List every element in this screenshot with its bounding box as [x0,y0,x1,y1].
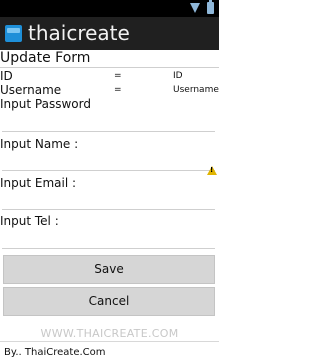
save-button[interactable]: Save [3,255,215,284]
id-separator: = [114,71,122,81]
title-divider [0,67,219,68]
tel-field[interactable] [2,232,215,246]
tel-underline [2,248,215,249]
email-underline [2,209,215,210]
warning-icon [207,166,217,175]
username-value: Username [173,85,219,95]
tel-label: Input Tel : [0,214,59,228]
status-bar [0,0,219,17]
id-label: ID [0,69,13,83]
password-label: Input Password [0,97,91,111]
username-row: Username = Username [0,83,219,97]
username-label: Username [0,83,62,97]
email-label: Input Email : [0,176,77,190]
username-separator: = [114,85,122,95]
footer-text: By.. ThaiCreate.Com [4,347,106,358]
footer-divider [0,341,219,342]
form-title: Update Form [0,50,91,66]
name-field[interactable] [2,154,215,168]
id-value: ID [173,71,183,81]
email-field[interactable] [2,193,215,207]
password-underline [2,131,215,132]
wifi-signal-icon [190,3,200,13]
app-logo-icon[interactable] [5,25,22,42]
action-bar: thaicreate [0,17,219,50]
name-underline [2,170,215,171]
battery-icon [207,0,214,14]
cancel-button[interactable]: Cancel [3,287,215,316]
id-row: ID = ID [0,69,219,83]
password-field[interactable] [2,115,215,129]
app-title: thaicreate [28,21,130,45]
watermark: WWW.THAICREATE.COM [40,327,179,340]
name-label: Input Name : [0,137,79,151]
